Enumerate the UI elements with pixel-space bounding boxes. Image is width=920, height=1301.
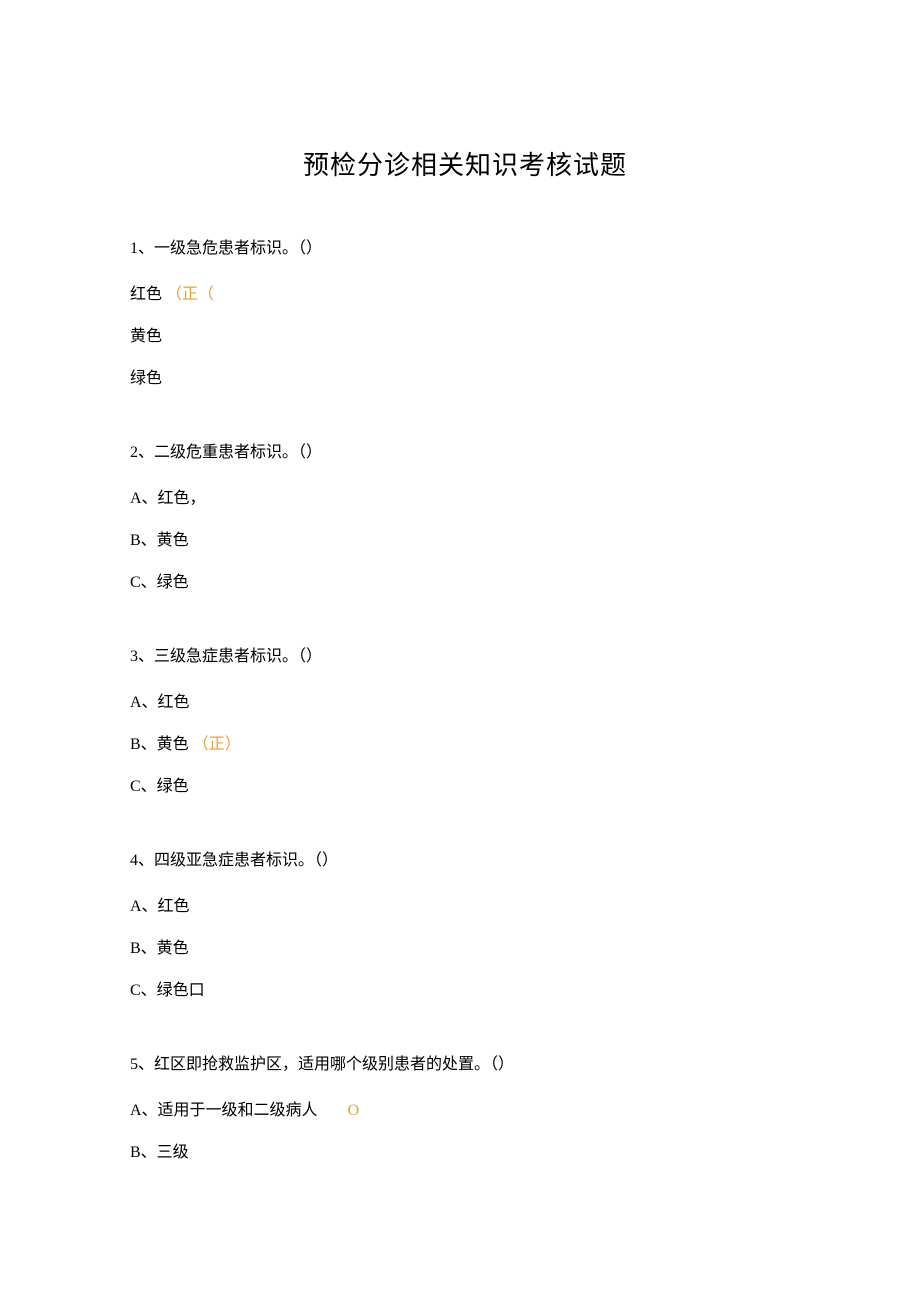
- question-5-option-b: B、三级: [130, 1141, 800, 1165]
- question-5-text: 5、红区即抢救监护区，适用哪个级别患者的处置。（）: [130, 1053, 800, 1077]
- question-2: 2、二级危重患者标识。（） A、红色， B、黄色 C、绿色: [130, 441, 800, 595]
- option-text: A、适用于一级和二级病人: [130, 1102, 318, 1119]
- question-4-text: 4、四级亚急症患者标识。（）: [130, 849, 800, 873]
- answer-mark: O: [348, 1102, 360, 1119]
- question-4-option-b: B、黄色: [130, 937, 800, 961]
- question-3: 3、三级急症患者标识。（） A、红色 B、黄色（正） C、绿色: [130, 645, 800, 799]
- question-2-text: 2、二级危重患者标识。（）: [130, 441, 800, 465]
- question-1-option-b: 黄色: [130, 325, 800, 349]
- question-5: 5、红区即抢救监护区，适用哪个级别患者的处置。（） A、适用于一级和二级病人O …: [130, 1053, 800, 1165]
- question-3-option-a: A、红色: [130, 691, 800, 715]
- question-3-option-c: C、绿色: [130, 775, 800, 799]
- option-text: B、黄色: [130, 736, 189, 753]
- document-title: 预检分诊相关知识考核试题: [130, 145, 800, 182]
- question-4-option-c: C、绿色口: [130, 979, 800, 1003]
- question-1-option-a: 红色（正（: [130, 283, 800, 307]
- question-3-option-b: B、黄色（正）: [130, 733, 800, 757]
- question-2-option-c: C、绿色: [130, 571, 800, 595]
- question-4-option-a: A、红色: [130, 895, 800, 919]
- option-text: 红色: [130, 286, 162, 303]
- question-1-text: 1、一级急危患者标识。（）: [130, 237, 800, 261]
- question-5-option-a: A、适用于一级和二级病人 O: [130, 1099, 800, 1123]
- question-1: 1、一级急危患者标识。（） 红色（正（ 黄色 绿色: [130, 237, 800, 391]
- question-2-option-b: B、黄色: [130, 529, 800, 553]
- answer-mark: （正）: [193, 736, 241, 753]
- question-3-text: 3、三级急症患者标识。（）: [130, 645, 800, 669]
- question-4: 4、四级亚急症患者标识。（） A、红色 B、黄色 C、绿色口: [130, 849, 800, 1003]
- question-1-option-c: 绿色: [130, 367, 800, 391]
- answer-mark: （正（: [166, 286, 214, 303]
- question-2-option-a: A、红色，: [130, 487, 800, 511]
